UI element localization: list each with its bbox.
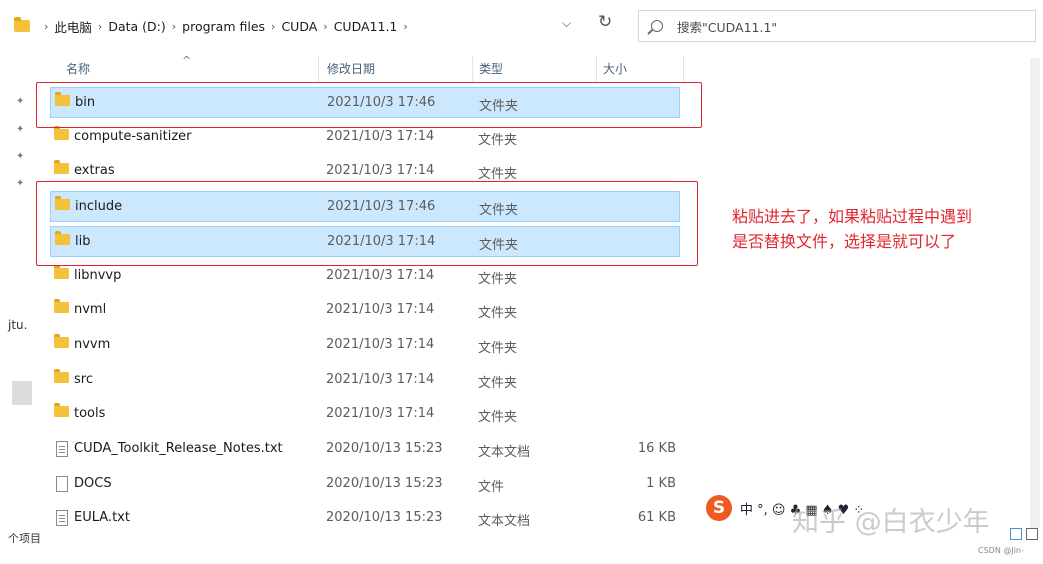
details-view-icon[interactable] bbox=[1010, 528, 1022, 540]
file-name: DOCS bbox=[74, 476, 112, 491]
file-date: 2021/10/3 17:14 bbox=[326, 129, 435, 144]
address-bar: › 此电脑 › Data (D:) › program files › CUDA… bbox=[0, 0, 1043, 52]
annotation-note: 粘贴进去了，如果粘贴过程中遇到 是否替换文件，选择是就可以了 bbox=[732, 204, 1032, 254]
file-name: nvvm bbox=[74, 337, 111, 352]
breadcrumb-data-drive[interactable]: Data (D:) bbox=[108, 19, 165, 34]
file-row[interactable]: nvvm 2021/10/3 17:14 文件夹 bbox=[50, 330, 680, 361]
watermark-csdn: CSDN @Jin- bbox=[978, 546, 1024, 555]
pin-icon[interactable]: ✦ bbox=[16, 96, 24, 107]
folder-icon bbox=[54, 265, 69, 279]
annotation-box-include-lib bbox=[36, 181, 698, 266]
chevron-right-icon[interactable]: › bbox=[323, 20, 327, 33]
file-type: 文件夹 bbox=[478, 272, 518, 287]
file-name: EULA.txt bbox=[74, 510, 130, 525]
annotation-box-bin bbox=[36, 82, 702, 128]
folder-icon bbox=[54, 160, 69, 174]
folder-icon bbox=[14, 17, 30, 32]
file-size: 61 KB bbox=[637, 510, 676, 525]
file-name: extras bbox=[74, 163, 115, 178]
folder-icon bbox=[54, 369, 69, 383]
file-row[interactable]: tools 2021/10/3 17:14 文件夹 bbox=[50, 399, 680, 430]
vertical-scrollbar[interactable] bbox=[1030, 58, 1040, 528]
chevron-right-icon[interactable]: › bbox=[44, 20, 48, 33]
chevron-right-icon[interactable]: › bbox=[98, 20, 102, 33]
sort-up-icon: ^ bbox=[182, 54, 192, 67]
column-divider[interactable] bbox=[318, 56, 319, 82]
file-type: 文件夹 bbox=[478, 410, 518, 425]
file-name: tools bbox=[74, 406, 106, 421]
file-row[interactable]: DOCS 2020/10/13 15:23 文件 1 KB bbox=[50, 469, 680, 500]
file-type: 文本文档 bbox=[478, 514, 531, 529]
pin-icon[interactable]: ✦ bbox=[16, 178, 24, 189]
pin-icon[interactable]: ✦ bbox=[16, 124, 24, 135]
file-type: 文件夹 bbox=[478, 306, 518, 321]
file-name: libnvvp bbox=[74, 268, 122, 283]
file-type: 文件夹 bbox=[478, 167, 518, 182]
file-icon bbox=[56, 476, 68, 492]
file-date: 2021/10/3 17:14 bbox=[326, 337, 435, 352]
file-type: 文件 bbox=[478, 480, 505, 495]
search-icon bbox=[651, 20, 663, 32]
search-placeholder: 搜索"CUDA11.1" bbox=[677, 19, 778, 35]
file-size: 16 KB bbox=[637, 441, 676, 456]
file-explorer-window: › 此电脑 › Data (D:) › program files › CUDA… bbox=[0, 0, 1043, 564]
file-type: 文件夹 bbox=[478, 376, 518, 391]
file-name: CUDA_Toolkit_Release_Notes.txt bbox=[74, 441, 283, 456]
folder-icon bbox=[54, 403, 69, 417]
file-row[interactable]: src 2021/10/3 17:14 文件夹 bbox=[50, 365, 680, 396]
folder-icon bbox=[54, 334, 69, 348]
search-input[interactable]: 搜索"CUDA11.1" bbox=[638, 10, 1036, 42]
annotation-line-1: 粘贴进去了，如果粘贴过程中遇到 bbox=[732, 207, 973, 226]
nav-selection-block bbox=[12, 381, 32, 405]
file-name: nvml bbox=[74, 302, 107, 317]
file-date: 2021/10/3 17:14 bbox=[326, 163, 435, 178]
file-name: src bbox=[74, 372, 93, 387]
status-item-count: 个项目 bbox=[8, 532, 41, 545]
file-row[interactable]: EULA.txt 2020/10/13 15:23 文本文档 61 KB bbox=[50, 503, 680, 534]
file-size: 1 KB bbox=[646, 476, 676, 491]
thumbnail-view-icon[interactable] bbox=[1026, 528, 1038, 540]
chevron-right-icon[interactable]: › bbox=[172, 20, 176, 33]
file-type: 文本文档 bbox=[478, 445, 531, 460]
breadcrumb[interactable]: › 此电脑 › Data (D:) › program files › CUDA… bbox=[10, 10, 590, 42]
folder-icon bbox=[54, 299, 69, 313]
file-row[interactable]: CUDA_Toolkit_Release_Notes.txt 2020/10/13… bbox=[50, 434, 680, 465]
file-date: 2021/10/3 17:14 bbox=[326, 372, 435, 387]
file-date: 2021/10/3 17:14 bbox=[326, 302, 435, 317]
file-date: 2020/10/13 15:23 bbox=[326, 510, 443, 525]
refresh-icon[interactable]: ↻ bbox=[598, 12, 612, 32]
file-name: compute-sanitizer bbox=[74, 129, 192, 144]
file-type: 文件夹 bbox=[478, 341, 518, 356]
text-file-icon bbox=[56, 441, 68, 457]
file-date: 2021/10/3 17:14 bbox=[326, 406, 435, 421]
file-row[interactable]: nvml 2021/10/3 17:14 文件夹 bbox=[50, 295, 680, 326]
pin-icon[interactable]: ✦ bbox=[16, 151, 24, 162]
folder-icon bbox=[54, 126, 69, 140]
breadcrumb-cuda11-1[interactable]: CUDA11.1 bbox=[334, 19, 398, 34]
column-divider[interactable] bbox=[683, 56, 684, 82]
file-date: 2020/10/13 15:23 bbox=[326, 476, 443, 491]
text-file-icon bbox=[56, 510, 68, 526]
chevron-right-icon[interactable]: › bbox=[271, 20, 275, 33]
column-divider[interactable] bbox=[472, 56, 473, 82]
breadcrumb-program-files[interactable]: program files bbox=[182, 19, 265, 34]
chevron-right-icon[interactable]: › bbox=[403, 20, 407, 33]
watermark-zhihu: 知乎 @白衣少年 bbox=[792, 507, 990, 538]
column-divider[interactable] bbox=[596, 56, 597, 82]
breadcrumb-cuda[interactable]: CUDA bbox=[281, 19, 317, 34]
chevron-down-icon[interactable]: ⌵ bbox=[562, 16, 571, 31]
file-type: 文件夹 bbox=[478, 133, 518, 148]
sogou-ime-icon[interactable]: S bbox=[706, 495, 732, 521]
nav-item-partial[interactable]: jtu. bbox=[8, 318, 27, 332]
file-date: 2021/10/3 17:14 bbox=[326, 268, 435, 283]
breadcrumb-this-pc[interactable]: 此电脑 bbox=[54, 17, 92, 36]
view-toggle[interactable] bbox=[1010, 528, 1038, 540]
file-date: 2020/10/13 15:23 bbox=[326, 441, 443, 456]
annotation-line-2: 是否替换文件，选择是就可以了 bbox=[732, 232, 957, 251]
